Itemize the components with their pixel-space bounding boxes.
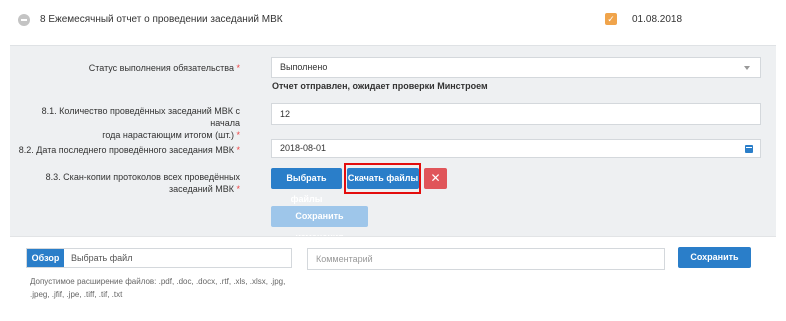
required-mark: * [236, 184, 240, 194]
meetings-count-input[interactable]: 12 [271, 103, 761, 125]
allowed-extensions-note: Допустимое расширение файлов: .pdf, .doc… [30, 275, 300, 301]
section-date: 01.08.2018 [632, 14, 683, 25]
scans-label-line1: 8.3. Скан-копии протоколов всех проведён… [45, 172, 240, 182]
last-meeting-date-label-text: 8.2. Дата последнего проведённого заседа… [18, 145, 234, 155]
save-button[interactable]: Сохранить [678, 247, 751, 268]
chevron-down-icon [744, 66, 750, 70]
required-mark: * [236, 130, 240, 140]
required-mark: * [236, 63, 240, 73]
status-label-text: Статус выполнения обязательства [88, 63, 234, 73]
last-meeting-date-value: 2018-08-01 [280, 143, 327, 153]
checkbox-checked-icon[interactable]: ✓ [605, 13, 617, 25]
status-note: Отчет отправлен, ожидает проверки Минстр… [272, 81, 488, 91]
meetings-count-label: 8.1. Количество проведённых заседаний МВ… [10, 105, 240, 141]
delete-files-button[interactable]: ✕ [424, 168, 447, 189]
collapse-icon[interactable] [18, 14, 30, 26]
file-input-placeholder: Выбрать файл [71, 253, 133, 263]
section-title: 8 Ежемесячный отчет о проведении заседан… [40, 14, 283, 25]
status-select-value: Выполнено [280, 62, 328, 72]
meetings-count-label-line2: года нарастающим итогом (шт.) [102, 130, 234, 140]
comment-input[interactable]: Комментарий [307, 248, 665, 270]
calendar-icon[interactable] [745, 145, 753, 153]
scans-label-line2: заседаний МВК [169, 184, 234, 194]
file-input[interactable]: Обзор Выбрать файл [26, 248, 292, 268]
highlight-box [344, 163, 421, 194]
last-meeting-date-label: 8.2. Дата последнего проведённого заседа… [10, 144, 240, 156]
status-label: Статус выполнения обязательства * [10, 62, 240, 74]
status-select[interactable]: Выполнено [271, 57, 761, 78]
meetings-count-label-line1: 8.1. Количество проведённых заседаний МВ… [41, 106, 240, 128]
required-mark: * [236, 145, 240, 155]
last-meeting-date-input[interactable]: 2018-08-01 [271, 139, 761, 158]
allowed-extensions-line1: Допустимое расширение файлов: .pdf, .doc… [30, 277, 286, 286]
browse-button[interactable]: Обзор [27, 249, 64, 267]
choose-files-button[interactable]: Выбрать файлы [271, 168, 342, 204]
save-changes-button[interactable]: Сохранить изменения [271, 206, 368, 242]
scans-label: 8.3. Скан-копии протоколов всех проведён… [10, 171, 240, 195]
allowed-extensions-line2: .jpeg, .jfif, .jpe, .tiff, .tif, .txt [30, 290, 123, 299]
